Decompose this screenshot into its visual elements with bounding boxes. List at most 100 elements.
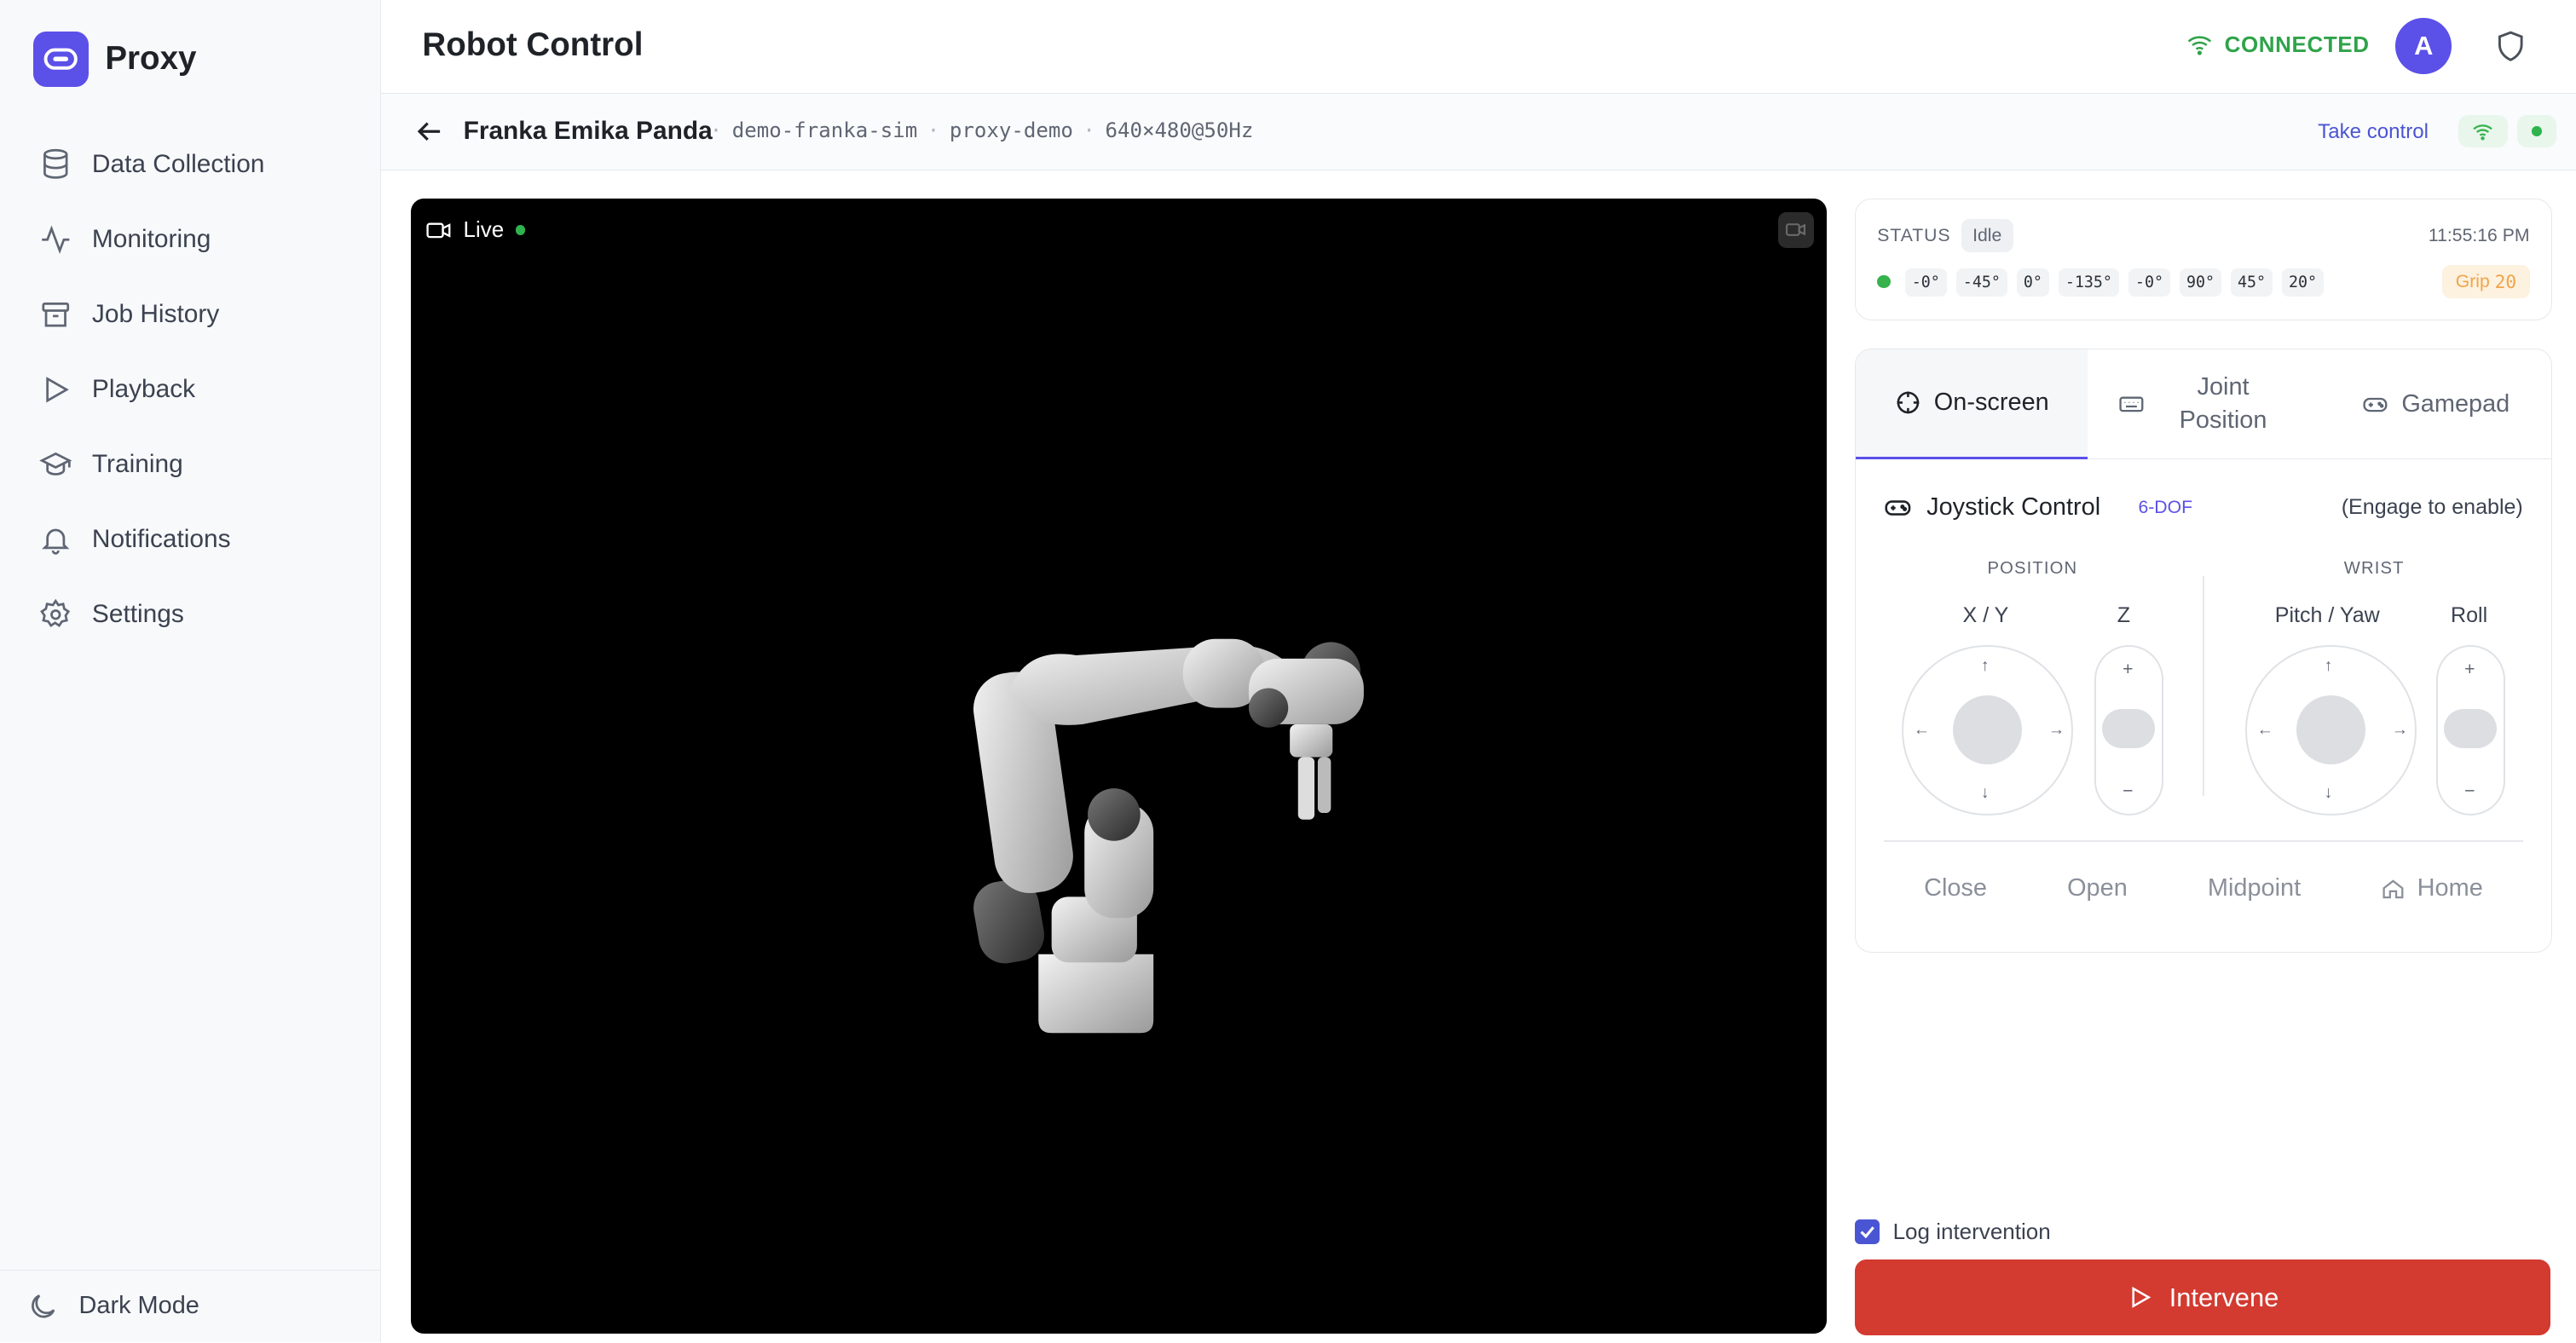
tab-on-screen[interactable]: On-screen <box>1856 349 2088 459</box>
engage-hint: (Engage to enable) <box>2341 495 2523 520</box>
close-gripper-button[interactable]: Close <box>1924 874 1987 902</box>
live-indicator: Live <box>425 216 526 243</box>
open-gripper-button[interactable]: Open <box>2067 874 2128 902</box>
z-axis-label: Z <box>2117 603 2131 628</box>
control-panel: On-screen Joint Position Gamepad Joystic… <box>1855 348 2552 953</box>
video-camera-icon <box>1786 223 1806 237</box>
connection-status: CONNECTED <box>2186 32 2369 58</box>
live-dot <box>515 225 526 235</box>
log-intervention-checkbox[interactable] <box>1855 1219 1880 1245</box>
tab-joint-position[interactable]: Joint Position <box>2088 349 2319 459</box>
sidebar-nav: Data Collection Monitoring Job History P… <box>20 131 361 657</box>
sidebar-item-playback[interactable]: Playback <box>20 356 361 422</box>
sidebar-item-settings[interactable]: Settings <box>20 582 361 648</box>
joint-value: 20° <box>2282 268 2324 297</box>
stream-spec: 640×480@50Hz <box>1105 118 1254 142</box>
midpoint-button[interactable]: Midpoint <box>2208 874 2301 902</box>
sidebar-item-job-history[interactable]: Job History <box>20 281 361 347</box>
position-group-label: POSITION <box>1987 559 2078 579</box>
check-icon <box>1860 1226 1874 1239</box>
joint-value: 90° <box>2180 268 2221 297</box>
arrow-left-icon: ← <box>2256 721 2273 740</box>
back-arrow-icon[interactable] <box>413 115 446 148</box>
joint-value: 45° <box>2231 268 2273 297</box>
grip-label: Grip <box>2455 271 2490 291</box>
sidebar-item-label: Settings <box>91 600 184 629</box>
z-plus: + <box>2123 660 2134 679</box>
brand-name: Proxy <box>105 40 197 78</box>
bell-icon <box>42 528 70 555</box>
home-button[interactable]: Home <box>2381 874 2483 902</box>
robot-name: Franka Emika Panda <box>463 116 713 145</box>
status-dot <box>1877 274 1891 289</box>
avatar[interactable]: A <box>2395 18 2452 74</box>
online-indicator <box>2517 114 2557 148</box>
database-icon <box>43 149 68 180</box>
meta-separator: · <box>1083 118 1095 142</box>
dark-mode-toggle[interactable]: Dark Mode <box>0 1270 380 1342</box>
sidebar-item-monitoring[interactable]: Monitoring <box>20 206 361 272</box>
sidebar-item-notifications[interactable]: Notifications <box>20 507 361 573</box>
arrow-down-icon: ↓ <box>1980 783 1990 802</box>
arrow-left-icon: ← <box>1913 721 1931 740</box>
arrow-right-icon: → <box>2391 721 2408 740</box>
proxy-logo-icon <box>32 31 90 88</box>
keyboard-icon <box>2119 396 2144 412</box>
grip-value: 20 <box>2494 271 2517 293</box>
roll-slider-knob[interactable] <box>2444 708 2498 749</box>
sidebar-item-label: Notifications <box>91 525 231 554</box>
joint-value: -0° <box>1905 268 1947 297</box>
home-label: Home <box>2417 874 2483 902</box>
project-id: proxy-demo <box>949 118 1073 142</box>
camera-switch-button[interactable] <box>1777 211 1815 249</box>
xy-joystick[interactable]: ↑ ↓ ← → <box>1902 644 2073 816</box>
joint-value: -0° <box>2128 268 2170 297</box>
live-label: Live <box>463 216 505 243</box>
gear-icon <box>40 598 71 627</box>
live-video-feed[interactable]: Live <box>410 199 1828 1334</box>
moon-icon <box>31 1294 55 1318</box>
brand[interactable]: Proxy <box>32 31 197 88</box>
roll-slider[interactable]: + − <box>2435 644 2505 816</box>
status-timestamp: 11:55:16 PM <box>2428 226 2530 246</box>
status-badge: Idle <box>1961 219 2013 252</box>
sidebar-item-training[interactable]: Training <box>20 432 361 498</box>
wifi-icon <box>2188 36 2212 55</box>
dof-badge: 6-DOF <box>2138 497 2193 517</box>
roll-plus: + <box>2464 660 2475 679</box>
tab-label: On-screen <box>1933 389 2049 417</box>
sidebar: Proxy Data Collection Monitoring Job His… <box>0 0 382 1342</box>
robot-subheader: Franka Emika Panda · demo-franka-sim · p… <box>381 93 2576 171</box>
xy-joystick-knob[interactable] <box>1953 695 2022 765</box>
robot-arm-render <box>973 638 1364 1034</box>
play-icon <box>46 376 70 403</box>
top-header: Robot Control CONNECTED A <box>381 0 2576 94</box>
shield-icon[interactable] <box>2494 28 2527 64</box>
joystick-header: Joystick Control 6-DOF <box>1884 493 2192 522</box>
wrist-group-label: WRIST <box>2343 559 2405 579</box>
video-camera-icon <box>426 222 451 238</box>
intervene-button[interactable]: Intervene <box>1855 1259 2550 1336</box>
crosshair-icon <box>1897 391 1919 414</box>
arrow-right-icon: → <box>2048 721 2065 740</box>
sidebar-item-data-collection[interactable]: Data Collection <box>20 131 361 197</box>
archive-icon <box>42 302 70 327</box>
sidebar-item-label: Training <box>91 450 183 479</box>
z-slider-knob[interactable] <box>2102 708 2156 749</box>
wifi-icon <box>2473 124 2492 141</box>
pitch-yaw-joystick[interactable]: ↑ ↓ ← → <box>2245 644 2417 816</box>
robot-id: demo-franka-sim <box>731 118 918 142</box>
z-slider[interactable]: + − <box>2094 644 2163 816</box>
intervene-label: Intervene <box>2169 1282 2279 1312</box>
tab-gamepad[interactable]: Gamepad <box>2319 349 2551 459</box>
joint-value: -45° <box>1956 268 2007 297</box>
group-divider <box>2202 575 2204 796</box>
sidebar-item-label: Job History <box>91 299 220 328</box>
pitch-yaw-joystick-knob[interactable] <box>2296 695 2365 765</box>
log-intervention-label: Log intervention <box>1892 1219 2051 1245</box>
log-intervention-option[interactable]: Log intervention <box>1855 1219 2051 1245</box>
arrow-up-icon: ↑ <box>1980 657 1990 676</box>
pitch-yaw-axis-label: Pitch / Yaw <box>2274 603 2380 628</box>
take-control-link[interactable]: Take control <box>2318 120 2429 144</box>
connection-label: CONNECTED <box>2224 31 2370 57</box>
